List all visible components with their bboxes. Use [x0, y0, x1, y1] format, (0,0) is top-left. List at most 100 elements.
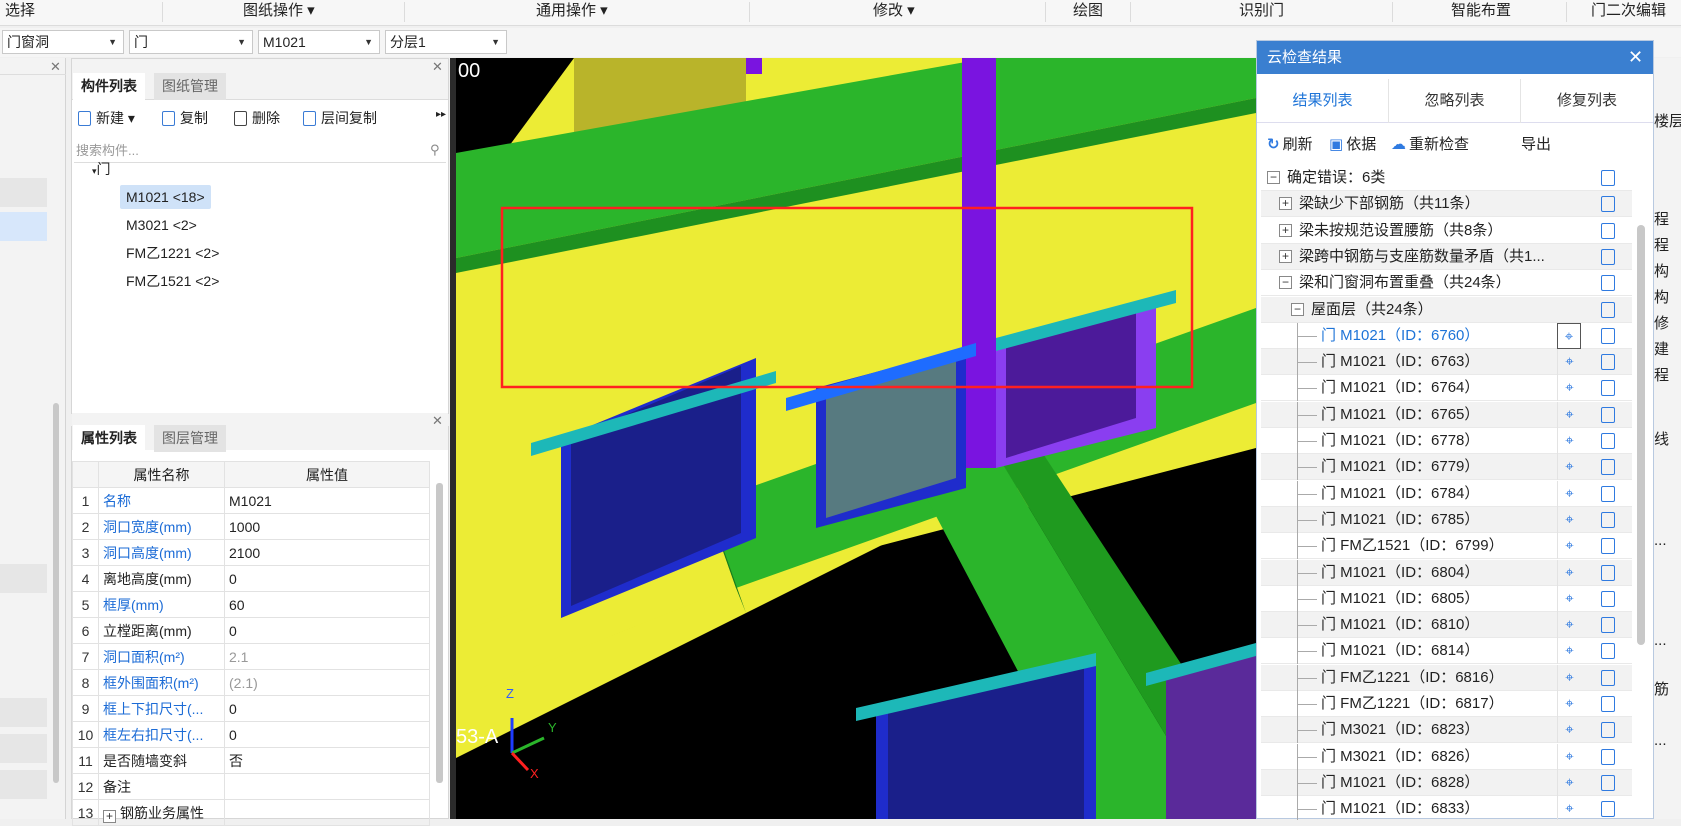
expand-icon[interactable]: + [1279, 197, 1292, 211]
document-icon[interactable] [1601, 801, 1615, 818]
tree-item[interactable]: FM乙1521 <2> [120, 269, 225, 293]
result-row[interactable]: 门 M1021（ID：6764） ⌖ [1261, 375, 1632, 402]
close-icon[interactable]: ✕ [432, 413, 443, 429]
property-value[interactable]: 否 [224, 747, 430, 774]
tab-ignore-list[interactable]: 忽略列表 [1389, 79, 1521, 123]
menu-common-ops[interactable]: 通用操作 ▾ [536, 0, 608, 26]
locate-icon[interactable]: ⌖ [1557, 375, 1581, 402]
document-icon[interactable] [1601, 459, 1615, 476]
document-icon[interactable] [1601, 433, 1615, 449]
table-row[interactable]: 5 框厚(mm) 60 [72, 591, 430, 618]
right-strip-label[interactable]: 楼层显 [1654, 110, 1681, 131]
locate-icon[interactable]: ⌖ [1557, 454, 1581, 481]
document-icon[interactable] [1601, 485, 1615, 502]
menu-drawing-ops[interactable]: 图纸操作 ▾ [243, 0, 315, 26]
tree-item[interactable]: M3021 <2> [120, 213, 203, 237]
locate-icon[interactable]: ⌖ [1557, 401, 1581, 428]
right-strip-label[interactable]: 程 [1654, 208, 1669, 229]
right-strip-label[interactable]: 程 [1654, 364, 1669, 385]
result-row[interactable]: 门 M1021（ID：6833） ⌖ [1261, 796, 1632, 820]
property-value[interactable]: 0 [224, 565, 430, 592]
locate-icon[interactable]: ⌖ [1557, 638, 1581, 665]
component-search-input[interactable]: 搜索构件... [74, 139, 446, 163]
tree-group-row[interactable]: + 梁跨中钢筋与支座筋数量矛盾（共1... [1261, 243, 1632, 270]
tree-group-row[interactable]: + 梁未按规范设置腰筋（共8条） [1261, 218, 1632, 244]
new-button[interactable]: 新建 ▾ [78, 107, 135, 129]
right-strip-label[interactable]: ... [1654, 732, 1667, 749]
locate-icon[interactable]: ⌖ [1557, 717, 1581, 744]
property-value[interactable]: 0 [224, 695, 430, 722]
tree-root[interactable]: ▾门 [86, 157, 117, 181]
document-icon[interactable] [1601, 774, 1615, 791]
document-icon[interactable] [1601, 748, 1615, 765]
document-icon[interactable] [1601, 406, 1615, 423]
locate-icon[interactable]: ⌖ [1557, 322, 1581, 349]
table-row[interactable]: 1 名称 M1021 [72, 487, 430, 514]
document-icon[interactable] [1601, 380, 1615, 397]
right-strip-label[interactable]: 线 [1654, 428, 1669, 449]
tab-drawing-management[interactable]: 图纸管理 [154, 73, 226, 100]
property-value[interactable]: 2100 [224, 539, 430, 566]
right-strip-label[interactable]: 建 [1654, 338, 1669, 359]
left-nav-row[interactable] [0, 564, 47, 593]
property-value[interactable] [224, 773, 430, 800]
copy-button[interactable]: 复制 [162, 107, 208, 129]
property-value[interactable]: M1021 [224, 487, 430, 514]
document-icon[interactable] [1601, 696, 1615, 712]
locate-icon[interactable]: ⌖ [1557, 428, 1581, 454]
locate-icon[interactable]: ⌖ [1557, 691, 1581, 717]
collapse-icon[interactable]: − [1267, 171, 1280, 184]
tab-layer-management[interactable]: 图层管理 [154, 425, 226, 452]
menu-modify[interactable]: 修改 ▾ [873, 0, 915, 26]
table-row[interactable]: 2 洞口宽度(mm) 1000 [72, 513, 430, 540]
locate-icon[interactable]: ⌖ [1557, 612, 1581, 639]
document-icon[interactable] [1601, 222, 1615, 239]
expand-icon[interactable]: + [103, 809, 116, 823]
document-icon[interactable] [1601, 511, 1615, 528]
menu-select[interactable]: 选择 [5, 0, 35, 26]
right-strip-label[interactable]: 构 [1654, 286, 1669, 307]
right-strip-label[interactable]: ... [1654, 532, 1667, 549]
component-select[interactable]: M1021 ▼ [258, 30, 380, 54]
property-value[interactable]: 60 [224, 591, 430, 618]
result-row[interactable]: 门 M1021（ID：6828） ⌖ [1261, 769, 1632, 796]
collapse-icon[interactable]: − [1279, 276, 1292, 290]
left-nav-row[interactable] [0, 178, 47, 207]
table-row[interactable]: 3 洞口高度(mm) 2100 [72, 539, 430, 566]
expand-icon[interactable]: + [1279, 223, 1292, 237]
document-icon[interactable] [1601, 354, 1615, 371]
document-icon[interactable] [1601, 275, 1615, 292]
delete-button[interactable]: 删除 [234, 107, 280, 129]
layer-select[interactable]: 分层1 ▼ [385, 30, 507, 54]
result-row[interactable]: 门 M1021（ID：6779） ⌖ [1261, 454, 1632, 481]
refresh-button[interactable]: ↻ 刷新 [1267, 135, 1313, 155]
document-icon[interactable] [1601, 170, 1615, 186]
document-icon[interactable] [1601, 617, 1615, 634]
property-value[interactable]: 0 [224, 721, 430, 748]
result-row[interactable]: 门 M1021（ID：6785） ⌖ [1261, 506, 1632, 533]
tab-result-list[interactable]: 结果列表 [1257, 79, 1389, 123]
locate-icon[interactable]: ⌖ [1557, 506, 1581, 533]
type-select[interactable]: 门 ▼ [129, 30, 253, 54]
table-row[interactable]: 6 立樘距离(mm) 0 [72, 617, 430, 644]
document-icon[interactable] [1601, 590, 1615, 607]
document-icon[interactable] [1601, 327, 1615, 344]
menu-identify-door[interactable]: 识别门 [1239, 0, 1284, 26]
basis-button[interactable]: ▣ 依据 [1329, 135, 1376, 155]
3d-viewport[interactable]: 00 53-A Z Y X [456, 58, 1256, 819]
menu-door-edit[interactable]: 门二次编辑 [1591, 0, 1666, 26]
result-scrollbar[interactable] [1637, 165, 1645, 785]
document-icon[interactable] [1601, 722, 1615, 739]
tab-fix-list[interactable]: 修复列表 [1521, 79, 1653, 123]
tab-component-list[interactable]: 构件列表 [73, 73, 145, 100]
document-icon[interactable] [1601, 669, 1615, 686]
recheck-button[interactable]: ☁ 重新检查 [1391, 135, 1469, 155]
locate-icon[interactable]: ⌖ [1557, 533, 1581, 560]
result-row[interactable]: 门 M1021（ID：6765） ⌖ [1261, 401, 1632, 428]
table-row[interactable]: 10 框左右扣尺寸(... 0 [72, 721, 430, 748]
expand-icon[interactable]: + [1279, 249, 1292, 263]
result-row[interactable]: 门 M1021（ID：6804） ⌖ [1261, 559, 1632, 586]
document-icon[interactable] [1601, 643, 1615, 660]
table-row[interactable]: 8 框外围面积(m²) (2.1) [72, 669, 430, 696]
result-row[interactable]: 门 M1021（ID：6760） ⌖ [1261, 322, 1632, 349]
